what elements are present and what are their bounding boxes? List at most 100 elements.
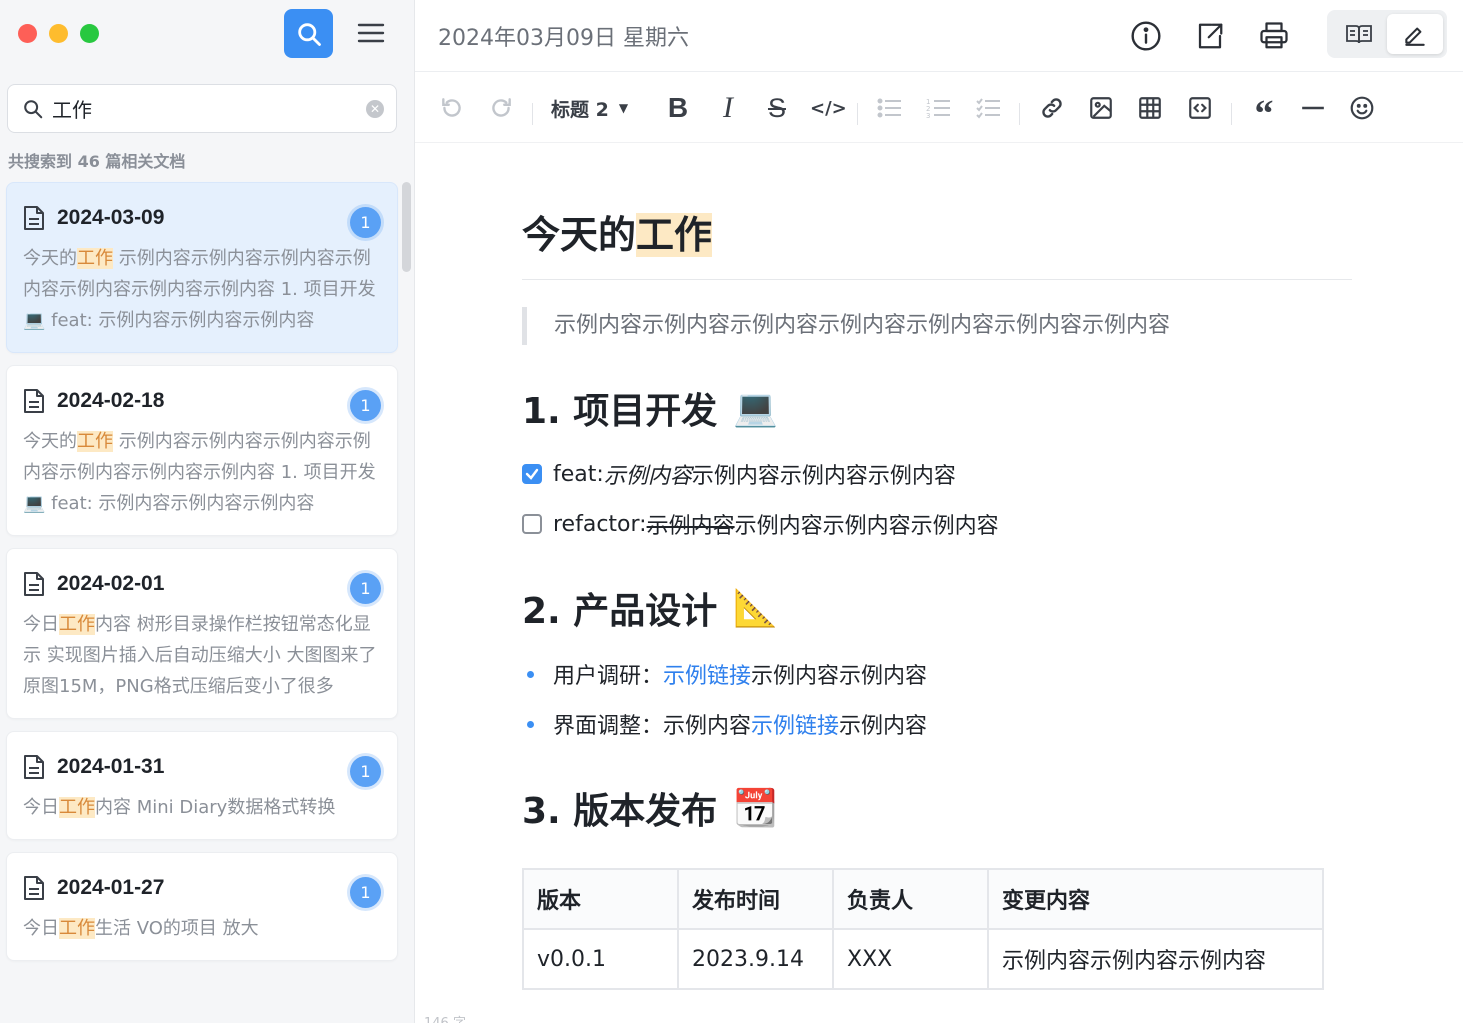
search-input[interactable]	[52, 96, 366, 121]
redo-icon	[492, 98, 511, 117]
page-title: 2024年03月09日 星期六	[438, 26, 689, 51]
card-header: 2024-01-31	[23, 754, 381, 780]
search-result-card[interactable]: 2024-02-18 1 今天的工作 示例内容示例内容示例内容示例内容示例内容示例内…	[6, 365, 398, 536]
table-cell[interactable]: 2023.9.14	[677, 928, 834, 990]
minimize-window-button[interactable]	[49, 24, 68, 43]
section-heading-3: 3. 版本发布 📆	[522, 782, 778, 834]
redo-button[interactable]	[484, 89, 518, 127]
clear-search-icon[interactable]: ✕	[366, 99, 384, 118]
excerpt-highlight: 工作	[77, 431, 113, 452]
release-table[interactable]: 版本 发布时间 负责人 变更内容 v0.0.1 2023.9.14 XXX 示例…	[522, 868, 1324, 990]
blockquote-button[interactable]: “	[1247, 89, 1281, 133]
blockquote: 示例内容示例内容示例内容示例内容示例内容示例内容示例内容	[522, 307, 1170, 345]
inline-link[interactable]: 示例链接	[751, 708, 839, 740]
code-block-button[interactable]	[1183, 89, 1217, 127]
ordered-list-icon: 123	[926, 98, 950, 120]
insert-link-button[interactable]	[1035, 89, 1069, 127]
ordered-list-button[interactable]: 123	[922, 89, 956, 127]
insert-table-button[interactable]	[1133, 89, 1167, 127]
italic-button[interactable]: I	[711, 89, 745, 127]
card-header: 2024-02-01	[23, 571, 381, 597]
search-icon	[24, 99, 43, 118]
inline-link[interactable]: 示例链接	[663, 658, 751, 690]
strikethrough-button[interactable]: S	[760, 89, 794, 127]
card-header: 2024-01-27	[23, 875, 381, 901]
search-result-card[interactable]: 2024-01-27 1 今日工作生活 VO的项目 放大	[6, 852, 398, 961]
image-icon	[1090, 97, 1112, 119]
bold-button[interactable]: B	[661, 89, 695, 127]
search-toggle-button[interactable]	[284, 9, 333, 58]
book-icon	[1346, 25, 1372, 44]
editor-toolbar: 标题 2 ▼ B I S </> 123 “	[415, 73, 1463, 143]
card-excerpt: 今日工作内容 Mini Diary数据格式转换	[23, 792, 381, 823]
table-header-cell[interactable]: 发布时间	[677, 868, 834, 930]
document-icon	[24, 755, 44, 779]
table-cell[interactable]: XXX	[832, 928, 989, 990]
printer-icon	[1260, 22, 1288, 49]
menu-button[interactable]	[350, 12, 392, 54]
list-item-text: 示例内容	[839, 714, 928, 739]
toolbar-divider	[857, 103, 858, 125]
read-mode-button[interactable]	[1331, 14, 1387, 54]
excerpt-highlight: 工作	[77, 248, 113, 269]
bullet-dot	[527, 720, 534, 728]
laptop-icon: 💻	[733, 388, 779, 429]
info-button[interactable]	[1126, 16, 1166, 56]
card-excerpt: 今天的工作 示例内容示例内容示例内容示例内容示例内容示例内容示例内容 1. 项目…	[23, 426, 381, 519]
card-title: 2024-03-09	[57, 206, 165, 229]
task-italic-text: 示例内容	[603, 464, 692, 489]
task-checkbox[interactable]	[522, 514, 542, 534]
zoom-window-button[interactable]	[80, 24, 99, 43]
task-item: refactor: 示例内容 示例内容示例内容示例内容	[522, 504, 999, 544]
search-result-card[interactable]: 2024-01-31 1 今日工作内容 Mini Diary数据格式转换	[6, 731, 398, 840]
checkmark-icon	[525, 468, 539, 480]
word-count: 146 字	[424, 1012, 466, 1023]
task-label: refactor:	[553, 511, 647, 537]
bullet-list-button[interactable]	[873, 89, 907, 127]
table-header-cell[interactable]: 变更内容	[987, 868, 1324, 930]
list-item-text: 示例内容示例内容	[751, 664, 928, 689]
list-item: 用户调研： 示例链接 示例内容示例内容	[527, 654, 927, 694]
insert-image-button[interactable]	[1084, 89, 1118, 127]
caret-down-icon: ▼	[618, 101, 629, 115]
close-window-button[interactable]	[18, 24, 37, 43]
triangular-ruler-icon: 📐	[733, 588, 779, 629]
search-result-count: 共搜索到 46 篇相关文档	[8, 152, 186, 171]
list-item-text: 用户调研：	[553, 664, 664, 689]
match-count-badge: 1	[350, 207, 381, 238]
inline-code-button[interactable]: </>	[810, 89, 847, 127]
undo-button[interactable]	[435, 89, 469, 127]
excerpt-text: 生活 VO的项目 放大	[95, 918, 259, 939]
table-header-cell[interactable]: 负责人	[832, 868, 989, 930]
quote-icon: “	[1254, 93, 1274, 135]
strikethrough-icon: S	[767, 92, 786, 123]
calendar-icon: 📆	[733, 788, 779, 829]
emoji-button[interactable]	[1345, 89, 1379, 127]
table-icon	[1139, 97, 1161, 119]
card-excerpt: 今天的工作 示例内容示例内容示例内容示例内容示例内容示例内容示例内容 1. 项目…	[23, 243, 381, 336]
edit-mode-button[interactable]	[1387, 14, 1443, 54]
task-list-button[interactable]	[972, 89, 1006, 127]
export-button[interactable]	[1190, 16, 1230, 56]
heading-select[interactable]: 标题 2 ▼	[551, 89, 628, 127]
horizontal-rule-button[interactable]	[1296, 89, 1330, 127]
search-field[interactable]: ✕	[7, 84, 397, 133]
editor-content[interactable]: 今天的工作 示例内容示例内容示例内容示例内容示例内容示例内容示例内容 1. 项目…	[415, 144, 1463, 1023]
table-header-cell[interactable]: 版本	[522, 868, 679, 930]
task-checkbox[interactable]	[522, 464, 542, 484]
table-cell[interactable]: v0.0.1	[522, 928, 679, 990]
task-label: feat:	[553, 461, 604, 487]
sidebar-scrollbar[interactable]	[402, 182, 411, 272]
titlebar: 2024年03月09日 星期六	[415, 0, 1463, 72]
search-result-card[interactable]: 2024-02-01 1 今日工作内容 树形目录操作栏按钮常态化显示 实现图片插入后…	[6, 548, 398, 719]
document-icon	[24, 572, 44, 596]
print-button[interactable]	[1254, 16, 1294, 56]
search-results-list: 2024-03-09 1 今天的工作 示例内容示例内容示例内容示例内容示例内容示例内…	[6, 182, 398, 973]
svg-text:3: 3	[926, 112, 930, 120]
document-icon	[24, 389, 44, 413]
app-window: ✕ 共搜索到 46 篇相关文档 2024-03-091今天的工作 示例内容示例内…	[0, 0, 1463, 1023]
excerpt-text: 今天的	[23, 431, 77, 452]
table-cell[interactable]: 示例内容示例内容示例内容	[987, 928, 1324, 990]
search-icon	[297, 22, 321, 46]
search-result-card[interactable]: 2024-03-09 1 今天的工作 示例内容示例内容示例内容示例内容示例内容示例内…	[6, 182, 398, 353]
